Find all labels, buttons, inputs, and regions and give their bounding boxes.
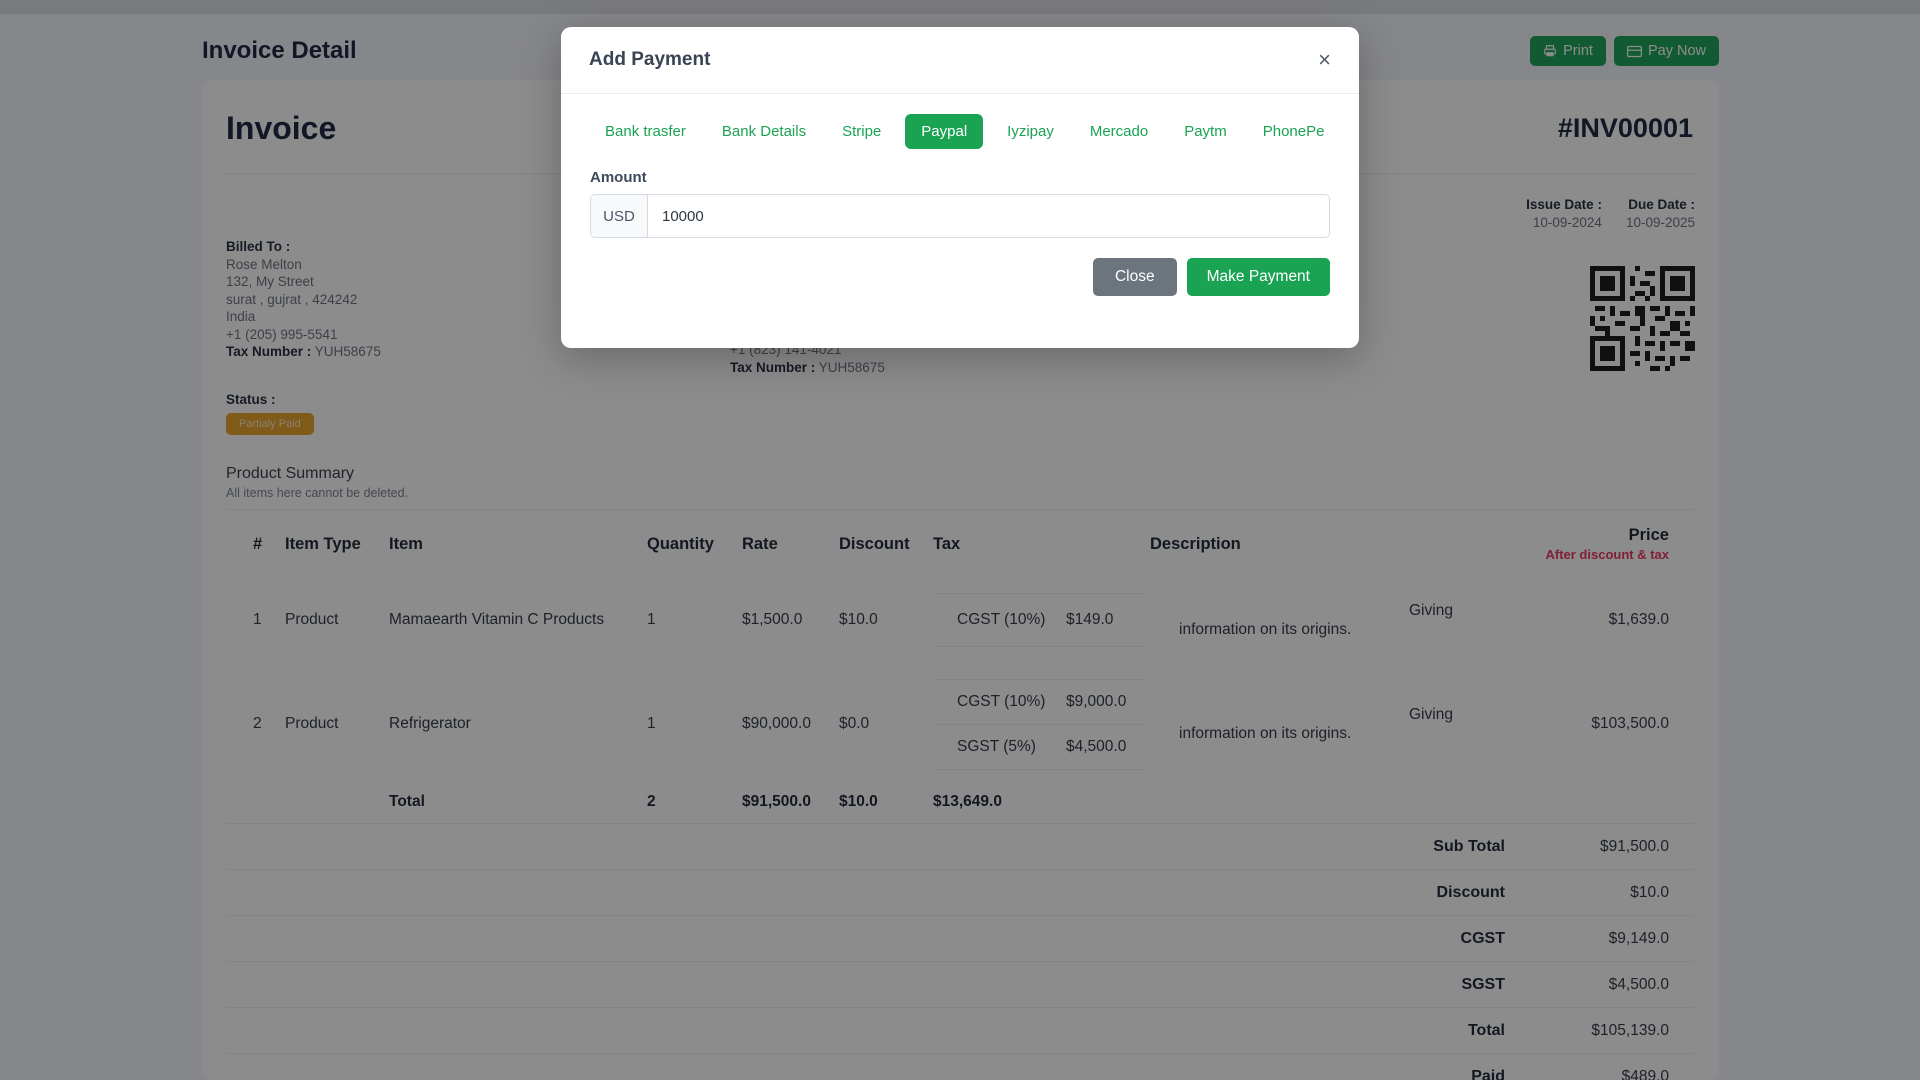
tab-bank-transfer[interactable]: Bank trasfer — [593, 115, 698, 148]
modal-header: Add Payment × — [561, 27, 1359, 94]
payment-method-tabs: Bank trasfer Bank Details Stripe Paypal … — [561, 94, 1359, 149]
tab-paytm[interactable]: Paytm — [1172, 115, 1239, 148]
tab-bank-details[interactable]: Bank Details — [710, 115, 818, 148]
amount-input-group: USD — [590, 194, 1330, 238]
modal-body: Amount USD — [561, 149, 1359, 238]
amount-label: Amount — [590, 169, 647, 186]
tab-paypal[interactable]: Paypal — [905, 114, 984, 149]
tab-mercado[interactable]: Mercado — [1078, 115, 1160, 148]
amount-input[interactable] — [648, 195, 1329, 237]
tab-iyzipay[interactable]: Iyzipay — [995, 115, 1066, 148]
add-payment-modal: Add Payment × Bank trasfer Bank Details … — [561, 27, 1359, 348]
close-button[interactable]: Close — [1092, 258, 1177, 296]
tab-stripe[interactable]: Stripe — [830, 115, 893, 148]
close-icon[interactable]: × — [1318, 49, 1331, 71]
make-payment-button[interactable]: Make Payment — [1186, 258, 1330, 296]
tab-phonepe[interactable]: PhonePe — [1251, 115, 1337, 148]
modal-title: Add Payment — [589, 49, 711, 70]
modal-footer: Close Make Payment — [561, 238, 1359, 348]
currency-prefix: USD — [591, 195, 648, 237]
